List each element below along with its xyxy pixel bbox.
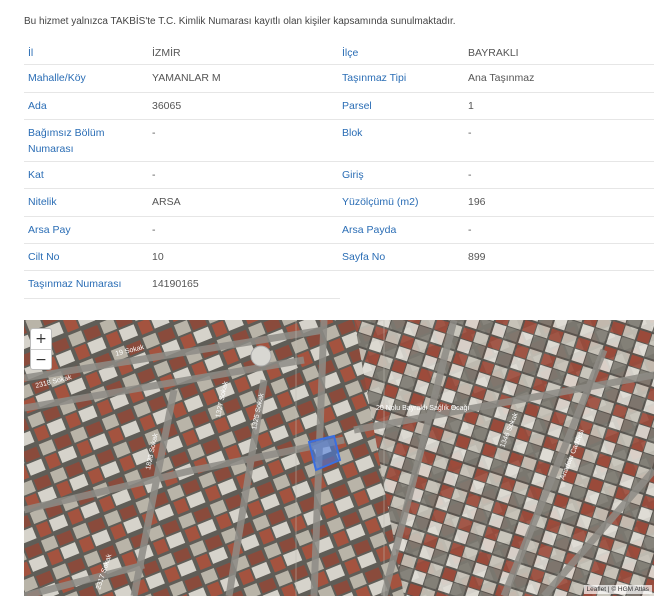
- value-arsa-pay: -: [152, 224, 156, 236]
- map-imagery: 19 Sokak 2318 Sokak 1327 Sokak 1325 Soka…: [24, 320, 654, 596]
- label-bagimsiz-bolum: Bağımsız Bölüm Numarası: [28, 127, 105, 155]
- label-ada: Ada: [28, 100, 47, 112]
- label-sayfa-no: Sayfa No: [342, 251, 386, 263]
- value-giris: -: [468, 169, 472, 181]
- table-row: Arsa Pay - Arsa Payda -: [24, 217, 654, 244]
- service-notice: Bu hizmet yalnızca TAKBİS'te T.C. Kimlik…: [24, 16, 456, 27]
- value-il: İZMİR: [152, 47, 181, 59]
- property-info-table: İl İZMİR İlçe BAYRAKLI Mahalle/Köy YAMAN…: [24, 40, 654, 299]
- value-arsa-payda: -: [468, 224, 472, 236]
- table-row: Bağımsız Bölüm Numarası - Blok -: [24, 120, 654, 162]
- label-kat: Kat: [28, 169, 44, 181]
- label-arsa-pay: Arsa Pay: [28, 224, 71, 236]
- zoom-control: + −: [30, 328, 52, 370]
- value-nitelik: ARSA: [152, 196, 181, 208]
- table-row: Ada 36065 Parsel 1: [24, 93, 654, 120]
- table-row: İl İZMİR İlçe BAYRAKLI: [24, 40, 654, 65]
- value-kat: -: [152, 169, 156, 181]
- value-tasinmaz-tipi: Ana Taşınmaz: [468, 72, 535, 84]
- value-ilce: BAYRAKLI: [468, 47, 519, 59]
- label-tasinmaz-numarasi: Taşınmaz Numarası: [28, 278, 122, 290]
- label-il: İl: [28, 47, 34, 59]
- map-attribution[interactable]: Leaflet | © HGM Atlas: [583, 585, 652, 594]
- label-cilt-no: Cilt No: [28, 251, 60, 263]
- value-parsel: 1: [468, 100, 474, 112]
- table-row: Taşınmaz Numarası 14190165: [24, 271, 654, 299]
- label-mahalle: Mahalle/Köy: [28, 72, 86, 84]
- value-cilt-no: 10: [152, 251, 164, 263]
- label-nitelik: Nitelik: [28, 196, 57, 208]
- poi-label: 20 Nolu Bayraklı Sağlık Ocağı: [376, 405, 469, 412]
- value-sayfa-no: 899: [468, 251, 486, 263]
- label-yuzolcumu: Yüzölçümü (m2): [342, 196, 419, 208]
- value-mahalle: YAMANLAR M: [152, 72, 221, 84]
- satellite-map[interactable]: 19 Sokak 2318 Sokak 1327 Sokak 1325 Soka…: [24, 320, 654, 596]
- zoom-in-button[interactable]: +: [31, 329, 51, 349]
- table-row: Nitelik ARSA Yüzölçümü (m2) 196: [24, 189, 654, 217]
- table-row: Kat - Giriş -: [24, 162, 654, 189]
- label-parsel: Parsel: [342, 100, 372, 112]
- label-blok: Blok: [342, 127, 363, 139]
- label-arsa-payda: Arsa Payda: [342, 224, 397, 236]
- value-tasinmaz-numarasi: 14190165: [152, 278, 199, 290]
- label-tasinmaz-tipi: Taşınmaz Tipi: [342, 72, 407, 84]
- value-yuzolcumu: 196: [468, 196, 486, 208]
- label-giris: Giriş: [342, 169, 364, 181]
- table-row: Cilt No 10 Sayfa No 899: [24, 244, 654, 271]
- value-bagimsiz-bolum: -: [152, 127, 156, 139]
- label-ilce: İlçe: [342, 47, 359, 59]
- value-blok: -: [468, 127, 472, 139]
- table-row: Mahalle/Köy YAMANLAR M Taşınmaz Tipi Ana…: [24, 65, 654, 93]
- zoom-out-button[interactable]: −: [31, 349, 51, 369]
- value-ada: 36065: [152, 100, 182, 112]
